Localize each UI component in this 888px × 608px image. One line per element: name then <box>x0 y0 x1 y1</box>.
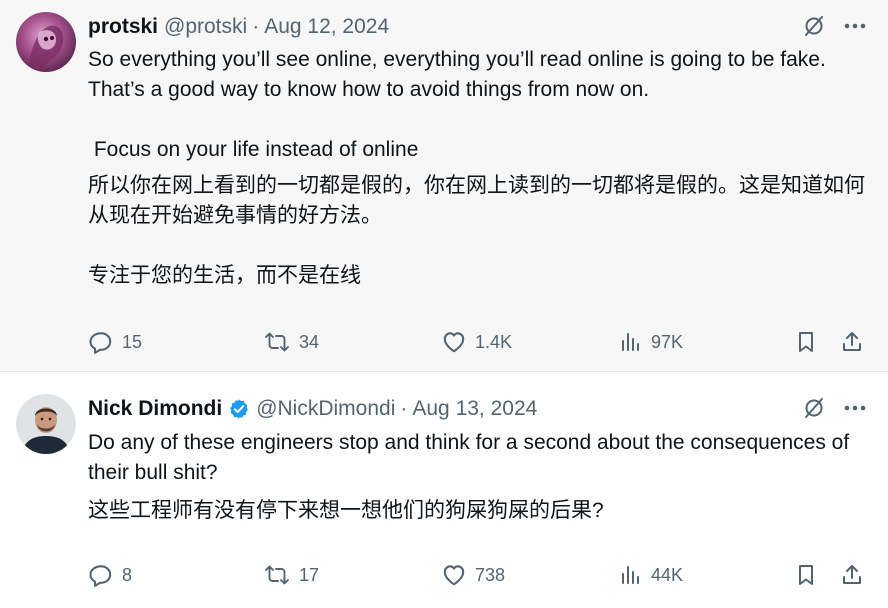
repost-icon <box>265 565 289 585</box>
like-icon <box>443 332 465 353</box>
share-icon <box>843 332 861 351</box>
post-header: Nick Dimondi @NickDimondi · Aug 13, 2024 <box>88 394 537 424</box>
post-text-paragraph: Focus on your life instead of online <box>88 138 419 161</box>
share-icon <box>843 565 861 584</box>
repost-count: 34 <box>299 331 320 352</box>
author-name[interactable]: protski <box>88 15 158 39</box>
post-text-paragraph: 所以你在网上看到的一切都是假的，你在网上读到的一切都将是假的。这是知道如何从现在… <box>88 174 865 227</box>
reply-button[interactable]: 8 <box>88 560 132 590</box>
post-text-paragraph: Do any of these engineers stop and think… <box>88 431 856 484</box>
more-icon[interactable] <box>844 405 866 411</box>
author-handle[interactable]: @NickDimondi <box>256 397 395 421</box>
post-body: So everything you’ll see online, everyth… <box>88 45 868 291</box>
post-protski[interactable]: protski @protski · Aug 12, 2024 So every… <box>0 0 888 371</box>
repost-button[interactable]: 34 <box>263 327 319 357</box>
more-icon[interactable] <box>844 23 866 29</box>
verified-badge-icon[interactable] <box>228 398 250 420</box>
grok-icon[interactable] <box>802 396 826 420</box>
avatar-image <box>16 12 76 72</box>
post-text-paragraph: 专注于您的生活，而不是在线 <box>88 264 361 287</box>
bookmark-icon <box>799 565 813 585</box>
views-count: 44K <box>651 564 684 585</box>
like-count: 738 <box>475 564 506 585</box>
post-top-actions <box>802 14 866 38</box>
post-actions: 15 34 1.4K 97K <box>88 327 870 357</box>
post-nick-dimondi[interactable]: Nick Dimondi @NickDimondi · Aug 13, 2024 <box>0 372 888 608</box>
views-button[interactable]: 44K <box>619 560 683 590</box>
post-date[interactable]: Aug 12, 2024 <box>264 15 389 39</box>
share-button[interactable] <box>840 560 864 590</box>
post-body: Do any of these engineers stop and think… <box>88 428 868 526</box>
bookmark-button[interactable] <box>794 327 818 357</box>
like-button[interactable]: 738 <box>441 560 505 590</box>
reply-button[interactable]: 15 <box>88 327 142 357</box>
post-header: protski @protski · Aug 12, 2024 <box>88 12 389 42</box>
repost-count: 17 <box>299 564 320 585</box>
repost-icon <box>265 332 289 352</box>
reply-count: 15 <box>122 331 143 352</box>
bookmark-button[interactable] <box>794 560 818 590</box>
views-icon <box>622 333 639 351</box>
grok-icon[interactable] <box>802 14 826 38</box>
reply-icon <box>89 332 112 354</box>
like-button[interactable]: 1.4K <box>441 327 512 357</box>
avatar[interactable] <box>16 12 76 72</box>
separator: · <box>252 15 260 38</box>
repost-button[interactable]: 17 <box>263 560 319 590</box>
views-button[interactable]: 97K <box>619 327 683 357</box>
avatar-image <box>16 394 76 454</box>
reply-icon <box>89 565 112 587</box>
like-icon <box>443 565 465 586</box>
views-icon <box>622 566 639 584</box>
like-count: 1.4K <box>475 331 513 352</box>
post-actions: 8 17 738 44K <box>88 560 870 590</box>
share-button[interactable] <box>840 327 864 357</box>
author-handle[interactable]: @protski <box>164 15 247 39</box>
avatar[interactable] <box>16 394 76 454</box>
views-count: 97K <box>651 331 684 352</box>
reply-count: 8 <box>122 564 133 585</box>
post-date[interactable]: Aug 13, 2024 <box>412 397 537 421</box>
post-text-paragraph: So everything you’ll see online, everyth… <box>88 48 832 101</box>
author-name[interactable]: Nick Dimondi <box>88 397 222 421</box>
separator: · <box>400 397 408 420</box>
post-text-paragraph: 这些工程师有没有停下来想一想他们的狗屎狗屎的后果? <box>88 499 604 522</box>
bookmark-icon <box>799 332 813 352</box>
post-top-actions <box>802 396 866 420</box>
